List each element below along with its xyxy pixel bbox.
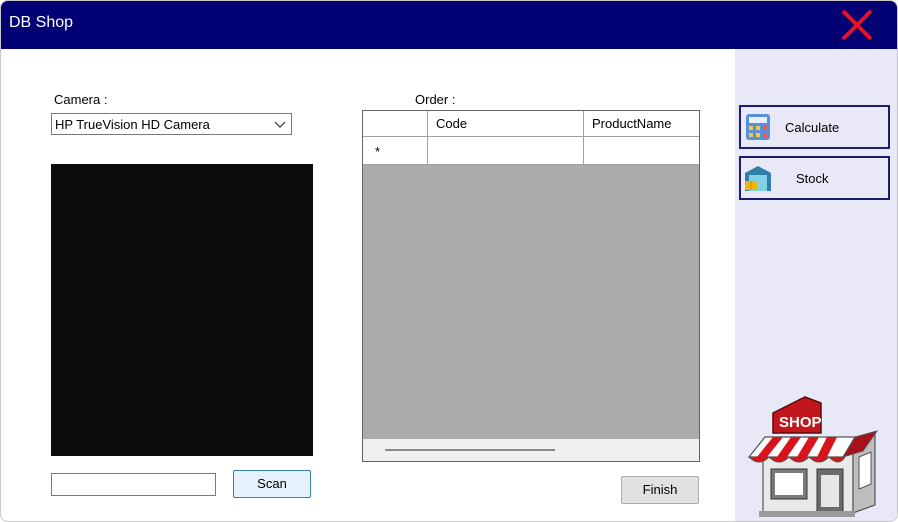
grid-header: Code ProductName <box>363 111 699 137</box>
horizontal-scrollbar[interactable] <box>363 439 699 461</box>
title-bar: DB Shop <box>1 1 897 49</box>
camera-preview <box>51 164 313 456</box>
scrollbar-thumb[interactable] <box>385 449 555 451</box>
scan-code-input[interactable] <box>51 473 216 496</box>
cell-code[interactable] <box>428 137 584 164</box>
cell-productname[interactable] <box>584 137 699 164</box>
finish-button[interactable]: Finish <box>621 476 699 504</box>
camera-select-value: HP TrueVision HD Camera <box>55 117 210 132</box>
close-button[interactable] <box>837 7 877 43</box>
column-header-code-label: Code <box>436 116 468 131</box>
row-header-corner <box>363 111 428 136</box>
column-header-productname[interactable]: ProductName <box>584 111 699 136</box>
app-window: DB Shop Camera : HP TrueVision HD Camera… <box>0 0 898 522</box>
column-header-code[interactable]: Code <box>428 111 584 136</box>
window-title: DB Shop <box>9 14 74 31</box>
column-header-productname-label: ProductName <box>592 116 672 131</box>
camera-select[interactable]: HP TrueVision HD Camera <box>51 113 292 135</box>
new-row-marker: * <box>375 144 381 159</box>
order-grid[interactable]: Code ProductName * <box>362 110 700 462</box>
scan-button[interactable]: Scan <box>233 470 311 498</box>
camera-label: Camera : <box>54 92 108 107</box>
stock-label: Stock <box>796 171 829 186</box>
close-icon <box>841 9 873 41</box>
stock-button[interactable]: Stock <box>739 156 890 200</box>
calculate-label: Calculate <box>785 120 840 135</box>
shop-icon: SHOP <box>747 396 879 517</box>
calculate-button[interactable]: Calculate <box>739 105 890 149</box>
order-label: Order : <box>415 92 456 107</box>
row-header: * <box>363 137 428 164</box>
chevron-down-icon <box>274 121 286 128</box>
warehouse-icon <box>745 166 771 191</box>
calculator-icon <box>746 114 770 140</box>
shop-sign-text: SHOP <box>779 414 822 431</box>
table-row[interactable]: * <box>363 137 699 165</box>
